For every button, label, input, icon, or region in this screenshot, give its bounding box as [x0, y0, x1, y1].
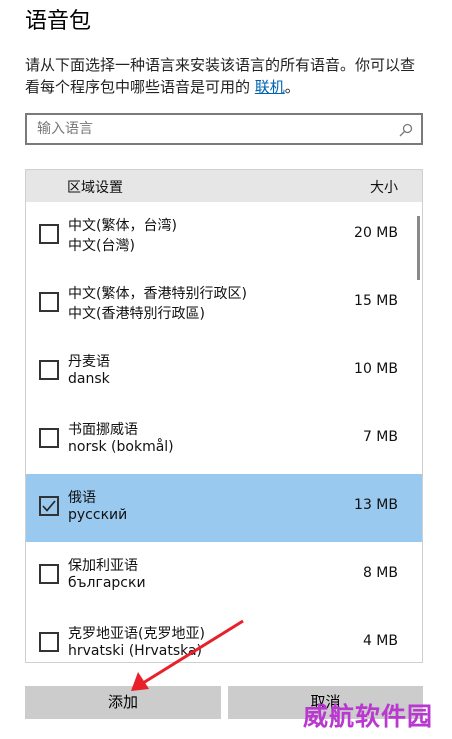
package-size: 15 MB — [354, 293, 398, 309]
checkbox[interactable] — [39, 360, 59, 380]
search-box[interactable] — [25, 113, 423, 145]
description-end: 。 — [284, 78, 300, 96]
add-button[interactable]: 添加 — [25, 686, 221, 719]
package-size: 8 MB — [362, 565, 398, 581]
checkbox-checked[interactable] — [39, 496, 59, 516]
list-item[interactable]: 丹麦语 dansk 10 MB — [26, 338, 422, 406]
checkbox[interactable] — [39, 292, 59, 312]
language-name: 俄语 — [68, 490, 96, 506]
list-item[interactable]: 中文(繁体，台湾) 中文(台灣) 20 MB — [26, 202, 422, 270]
list-item[interactable]: 书面挪威语 norsk (bokmål) 7 MB — [26, 406, 422, 474]
language-name: 书面挪威语 — [68, 422, 138, 438]
list-item-selected[interactable]: 俄语 русский 13 MB — [26, 474, 422, 542]
language-native-name: русский — [68, 507, 128, 523]
package-size: 4 MB — [362, 633, 398, 649]
language-name: 丹麦语 — [68, 354, 110, 370]
language-name: 中文(繁体，台湾) — [68, 218, 177, 234]
language-name: 克罗地亚语(克罗地亚) — [68, 626, 205, 642]
checkbox[interactable] — [39, 224, 59, 244]
list-item[interactable]: 中文(繁体，香港特别行政区) 中文(香港特別行政區) 15 MB — [26, 270, 422, 338]
description-text: 请从下面选择一种语言来安装该语言的所有语音。你可以查看每个程序包中哪些语音是可用… — [25, 56, 416, 96]
checkmark-icon — [42, 500, 56, 512]
language-native-name: hrvatski (Hrvatska) — [68, 643, 203, 659]
search-icon[interactable] — [399, 122, 413, 137]
package-size: 10 MB — [354, 361, 398, 377]
language-native-name: norsk (bokmål) — [68, 439, 174, 455]
language-name: 中文(繁体，香港特别行政区) — [68, 286, 247, 302]
list-header: 区域设置 大小 — [26, 170, 422, 202]
checkbox[interactable] — [39, 564, 59, 584]
language-native-name: български — [68, 575, 146, 591]
search-input[interactable] — [37, 119, 377, 139]
language-list[interactable]: 区域设置 大小 中文(繁体，台湾) 中文(台灣) 20 MB 中文(繁体，香港特… — [25, 169, 423, 663]
checkbox[interactable] — [39, 632, 59, 652]
column-header-size[interactable]: 大小 — [370, 177, 398, 197]
list-rows: 中文(繁体，台湾) 中文(台灣) 20 MB 中文(繁体，香港特别行政区) 中文… — [26, 202, 422, 662]
checkbox[interactable] — [39, 428, 59, 448]
package-size: 13 MB — [354, 497, 398, 513]
list-item[interactable]: 克罗地亚语(克罗地亚) hrvatski (Hrvatska) 4 MB — [26, 610, 422, 662]
online-link[interactable]: 联机 — [255, 78, 285, 96]
column-header-locale[interactable]: 区域设置 — [67, 177, 123, 197]
list-item[interactable]: 保加利亚语 български 8 MB — [26, 542, 422, 610]
scrollbar-thumb[interactable] — [417, 216, 420, 280]
language-name: 保加利亚语 — [68, 558, 138, 574]
package-size: 7 MB — [362, 429, 398, 445]
watermark-logo: 威航软件园 — [303, 702, 434, 731]
dialog-title: 语音包 — [25, 9, 92, 34]
package-size: 20 MB — [354, 225, 398, 241]
language-native-name: dansk — [68, 371, 110, 387]
language-native-name: 中文(香港特別行政區) — [68, 306, 205, 322]
language-native-name: 中文(台灣) — [68, 238, 135, 254]
dialog-description: 请从下面选择一种语言来安装该语言的所有语音。你可以查看每个程序包中哪些语音是可用… — [25, 54, 420, 98]
